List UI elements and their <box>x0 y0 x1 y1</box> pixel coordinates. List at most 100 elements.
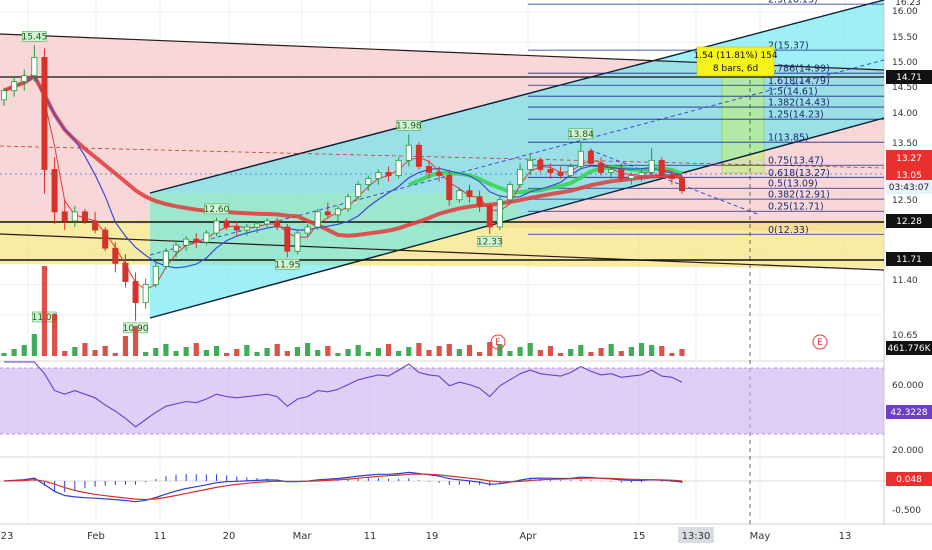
svg-text:42.3228: 42.3228 <box>890 408 927 418</box>
volume-bar <box>466 345 473 356</box>
volume-bar <box>41 266 48 356</box>
point-label: 12.60 <box>204 203 230 215</box>
level-high-tag: 14.71 <box>886 70 932 84</box>
volume-bar <box>102 346 108 356</box>
candle-body <box>203 232 210 243</box>
volume-bar <box>122 336 129 356</box>
level-mid-tag: 12.28 <box>886 214 932 228</box>
volume-bar <box>203 350 209 356</box>
candle-body <box>51 169 58 213</box>
price-axis-tick: 11.40 <box>892 276 918 286</box>
time-axis-label: 11 <box>364 531 377 542</box>
candle-body <box>223 220 230 228</box>
volume-bar <box>112 353 118 356</box>
svg-text:20.000: 20.000 <box>892 446 924 456</box>
candle-body <box>264 220 271 225</box>
point-label-text: 11.95 <box>274 260 300 270</box>
fib-level-label: 0.618(13.27) <box>768 168 830 179</box>
candle-body <box>456 190 463 201</box>
candle-body <box>233 226 240 231</box>
volume-bar <box>294 347 301 356</box>
svg-text:11.71: 11.71 <box>896 255 922 265</box>
candle-body <box>375 172 382 179</box>
point-label-text: 15.45 <box>21 32 47 42</box>
candle-body <box>173 244 180 252</box>
volume-bar <box>547 346 554 356</box>
candle-body <box>193 238 200 243</box>
candle-body <box>547 169 554 173</box>
volume-bar <box>638 343 645 356</box>
candle-body <box>365 178 372 185</box>
point-label: 15.45 <box>21 31 47 42</box>
fib-level-label: 0.5(13.09) <box>768 179 818 190</box>
volume-bar <box>274 344 280 356</box>
point-label: 13.98 <box>396 120 422 131</box>
candle-body <box>81 211 88 222</box>
volume-bar <box>234 349 240 356</box>
fib-level-label: 1.382(14.43) <box>768 98 830 109</box>
volume-bar <box>649 345 655 356</box>
projection-line1: 1.54 (11.81%) 154 <box>693 51 778 61</box>
candle-body <box>598 163 605 173</box>
candle-body <box>71 211 78 222</box>
volume-bar <box>345 349 351 356</box>
svg-text:14.71: 14.71 <box>896 73 922 83</box>
fib-level-label: 1.618(14.79) <box>768 76 830 87</box>
fib-level-label: 1.25(14.23) <box>768 110 824 121</box>
volume-bar <box>21 345 27 356</box>
volume-bar <box>517 347 523 356</box>
fib-level-label: 2.5(16.13) <box>768 0 818 6</box>
volume-bar <box>132 326 139 356</box>
candle-body <box>253 223 260 228</box>
candle-body <box>345 196 352 210</box>
fib-level-label: 0.25(12.71) <box>768 202 824 213</box>
price-tag: 13.27 13.05 <box>886 150 932 184</box>
volume-bar <box>62 351 68 356</box>
candle-body <box>405 144 412 161</box>
volume-bar <box>557 353 564 356</box>
volume-bar <box>163 344 169 356</box>
candle-body <box>426 166 433 173</box>
point-label-text: 13.84 <box>568 130 594 140</box>
volume-bar <box>396 351 402 356</box>
volume-bar <box>325 346 331 356</box>
time-axis-label: Apr <box>519 531 537 542</box>
candle-body <box>466 190 473 198</box>
candle-body <box>92 220 99 231</box>
level-low-tag: 11.71 <box>886 252 932 266</box>
svg-text:461.776K: 461.776K <box>887 344 931 354</box>
candle-body <box>415 144 422 167</box>
candle-body <box>314 211 321 228</box>
chart-canvas[interactable]: 2.5(16.13)2(15.37)1.786(14.99)1.618(14.7… <box>0 0 932 550</box>
candle-body <box>527 159 534 170</box>
volume-bar <box>315 350 321 356</box>
candle-body <box>41 57 48 170</box>
volume-bar <box>446 344 452 356</box>
candle-body <box>476 196 483 207</box>
volume-bar <box>173 351 179 356</box>
candle-body <box>132 281 139 304</box>
candle-body <box>436 172 443 176</box>
point-label: 11.95 <box>274 259 300 270</box>
candle-body <box>557 172 564 176</box>
volume-bar <box>224 353 230 356</box>
volume-bar <box>527 343 533 356</box>
fib-level-label: 0(12.33) <box>768 225 809 236</box>
volume-bar <box>507 351 513 356</box>
fib-level-label: 1.5(14.61) <box>768 87 818 98</box>
candle-body <box>31 57 38 76</box>
candle-body <box>506 184 513 201</box>
time-axis-highlight: 13:30 <box>678 527 714 543</box>
candle-body <box>243 226 250 231</box>
time-axis-label: May <box>750 531 771 542</box>
volume-bar <box>213 346 220 356</box>
volume-bar <box>477 352 483 356</box>
svg-text:12.28: 12.28 <box>896 217 922 227</box>
volume-bar <box>406 347 412 356</box>
fib-level-label: 1(13.85) <box>768 133 809 144</box>
volume-bar <box>568 349 574 356</box>
candle-body <box>355 184 362 198</box>
point-label: 12.33 <box>477 236 503 247</box>
price-axis-tick: 15.00 <box>892 58 918 68</box>
candle-body <box>517 169 524 185</box>
